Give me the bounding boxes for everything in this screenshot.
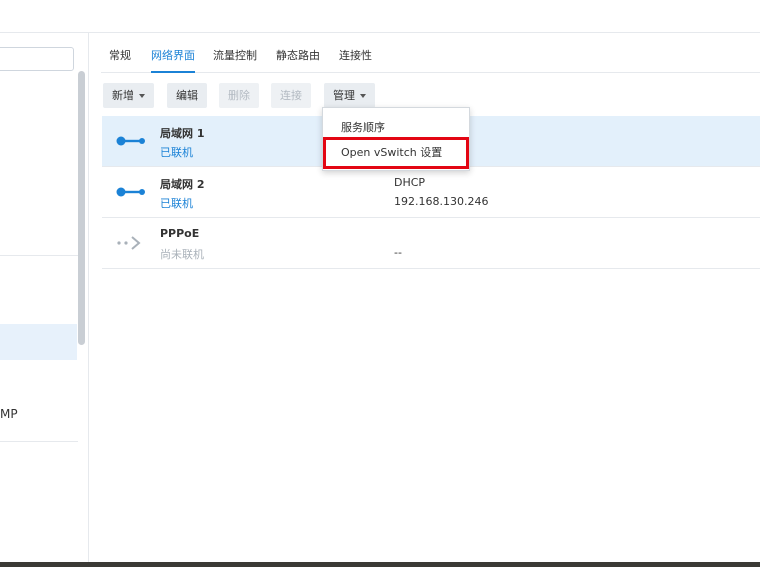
edit-button[interactable]: 编辑	[167, 83, 207, 108]
sidebar-scrollbar[interactable]	[78, 71, 85, 345]
edit-button-label: 编辑	[176, 89, 198, 102]
interface-row-pppoe[interactable]: PPPoE 尚未联机 --	[102, 218, 760, 269]
sidebar-divider	[0, 441, 78, 442]
create-button-label: 新增	[112, 89, 134, 102]
sidebar-item-selected[interactable]	[0, 324, 77, 360]
interface-status: 已联机	[160, 146, 193, 159]
ethernet-connected-icon	[116, 187, 145, 197]
sidebar: MP	[0, 33, 89, 562]
tab-connectivity[interactable]: 连接性	[339, 33, 372, 73]
chevron-down-icon	[139, 94, 145, 98]
interface-status: 尚未联机	[160, 248, 204, 261]
manage-button-label: 管理	[333, 89, 355, 102]
interface-status: 已联机	[160, 197, 193, 210]
sidebar-item-label[interactable]: MP	[0, 407, 18, 421]
interface-ip-mode: DHCP	[394, 176, 426, 189]
chevron-down-icon	[360, 94, 366, 98]
interface-row-lan2[interactable]: 局域网 2 已联机 DHCP 192.168.130.246	[102, 167, 760, 218]
window-header	[0, 0, 760, 33]
tab-traffic-control[interactable]: 流量控制	[213, 33, 257, 73]
tab-bar: 常规 网络界面 流量控制 静态路由 连接性	[101, 33, 760, 73]
connect-button[interactable]: 连接	[271, 83, 311, 108]
pppoe-disconnected-icon	[117, 236, 141, 250]
interface-name: PPPoE	[160, 227, 200, 240]
manage-button[interactable]: 管理	[324, 83, 375, 108]
sidebar-divider	[0, 255, 78, 256]
interface-ip-address: 192.168.130.246	[394, 195, 489, 208]
delete-button-label: 删除	[228, 89, 250, 102]
interface-name: 局域网 2	[160, 178, 205, 191]
delete-button[interactable]: 删除	[219, 83, 259, 108]
tab-network-interface[interactable]: 网络界面	[151, 33, 195, 73]
sidebar-search-input[interactable]	[0, 47, 74, 71]
create-button[interactable]: 新增	[103, 83, 154, 108]
highlight-box	[323, 137, 469, 169]
ethernet-connected-icon	[116, 136, 145, 146]
interface-ip-address: --	[394, 246, 402, 259]
taskbar-edge	[0, 562, 760, 567]
tab-general[interactable]: 常规	[109, 33, 131, 73]
interface-name: 局域网 1	[160, 127, 205, 140]
connect-button-label: 连接	[280, 89, 302, 102]
tab-static-route[interactable]: 静态路由	[276, 33, 320, 73]
